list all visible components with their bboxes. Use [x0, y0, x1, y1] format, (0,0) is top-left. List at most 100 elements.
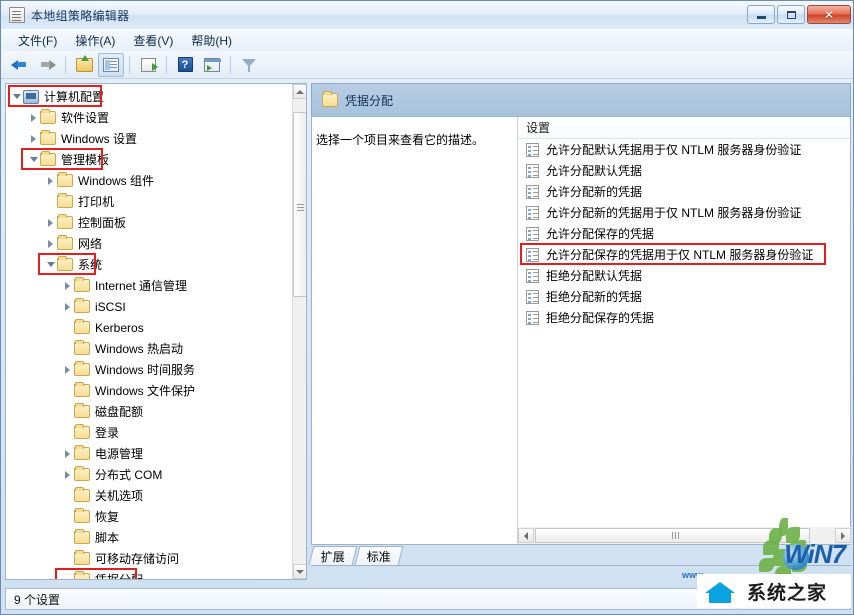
- tree-toggle-expand-icon[interactable]: [27, 128, 40, 149]
- settings-list-pane: 设置 允许分配默认凭据用于仅 NTLM 服务器身份验证 允许分配默认凭据 允许分配新…: [517, 117, 850, 544]
- tree-toggle-expand-icon[interactable]: [61, 296, 74, 317]
- tree-toggle-expand-icon[interactable]: [27, 107, 40, 128]
- tree-item[interactable]: 可移动存储访问: [6, 548, 294, 569]
- tree-toggle-expand-icon[interactable]: [61, 443, 74, 464]
- tree-item[interactable]: 打印机: [6, 191, 294, 212]
- tree-item[interactable]: 登录: [6, 422, 294, 443]
- tree-toggle-expand-icon[interactable]: [61, 464, 74, 485]
- tree-vertical-scrollbar[interactable]: [292, 84, 306, 579]
- tree-scroll-up-button[interactable]: [293, 84, 306, 99]
- tree-item[interactable]: 系统: [6, 254, 294, 275]
- hscroll-thumb[interactable]: [535, 528, 810, 543]
- tree-item[interactable]: Windows 设置: [6, 128, 294, 149]
- tree-item-label: 管理模板: [61, 153, 110, 167]
- toolbar-properties[interactable]: [199, 53, 225, 77]
- setting-row[interactable]: 拒绝分配新的凭据: [518, 286, 850, 307]
- tree-toggle-expand-icon[interactable]: [44, 212, 57, 233]
- view-tabs: 扩展 标准: [308, 545, 851, 566]
- tree-item[interactable]: Windows 组件: [6, 170, 294, 191]
- toolbar-back[interactable]: [7, 53, 33, 77]
- tree-toggle-expand-icon[interactable]: [61, 275, 74, 296]
- setting-row[interactable]: 允许分配保存的凭据: [518, 223, 850, 244]
- setting-row[interactable]: 拒绝分配默认凭据: [518, 265, 850, 286]
- tree-item[interactable]: 磁盘配额: [6, 401, 294, 422]
- maximize-icon: [786, 10, 796, 19]
- tree-item[interactable]: Kerberos: [6, 317, 294, 338]
- close-button[interactable]: ✕: [807, 5, 851, 24]
- tree-item-label: 磁盘配额: [95, 405, 144, 419]
- folder-icon: [74, 382, 90, 397]
- setting-label: 允许分配新的凭据: [546, 185, 643, 199]
- setting-row[interactable]: 允许分配默认凭据: [518, 160, 850, 181]
- folder-icon: [57, 172, 73, 187]
- setting-row[interactable]: 允许分配默认凭据用于仅 NTLM 服务器身份验证: [518, 139, 850, 160]
- toolbar-separator: [166, 55, 167, 74]
- policy-setting-icon: [526, 268, 539, 283]
- menu-bar: 文件(F) 操作(A) 查看(V) 帮助(H): [1, 29, 853, 51]
- tree-item[interactable]: 凭据分配: [6, 569, 294, 579]
- scrollbar-grip-icon: [672, 532, 673, 539]
- tree-item[interactable]: Internet 通信管理: [6, 275, 294, 296]
- tree-item[interactable]: Windows 时间服务: [6, 359, 294, 380]
- toolbar-export-list[interactable]: [135, 53, 161, 77]
- export-list-icon: [140, 57, 158, 72]
- tree-scroll-down-button[interactable]: [293, 564, 306, 579]
- setting-row[interactable]: 拒绝分配保存的凭据: [518, 307, 850, 328]
- tree-item[interactable]: 恢复: [6, 506, 294, 527]
- settings-horizontal-scrollbar[interactable]: [518, 527, 851, 544]
- tree-toggle-expand-icon[interactable]: [44, 170, 57, 191]
- tree-item-label: 恢复: [95, 510, 120, 524]
- tree-scrollbar-thumb[interactable]: [293, 112, 306, 297]
- tree-item[interactable]: 控制面板: [6, 212, 294, 233]
- status-text: 9 个设置: [14, 592, 61, 607]
- toolbar-filter[interactable]: [236, 53, 262, 77]
- menu-action[interactable]: 操作(A): [66, 30, 124, 51]
- tree-item[interactable]: 脚本: [6, 527, 294, 548]
- tree-toggle-collapse-icon[interactable]: [27, 149, 40, 170]
- tree-item[interactable]: 电源管理: [6, 443, 294, 464]
- folder-icon: [74, 424, 90, 439]
- tree-item[interactable]: 管理模板: [6, 149, 294, 170]
- tree-item[interactable]: 关机选项: [6, 485, 294, 506]
- maximize-button[interactable]: [777, 5, 805, 24]
- tree-item[interactable]: 计算机配置: [6, 86, 294, 107]
- tree-item[interactable]: Windows 文件保护: [6, 380, 294, 401]
- setting-row[interactable]: 允许分配新的凭据: [518, 181, 850, 202]
- tree-item[interactable]: Windows 热启动: [6, 338, 294, 359]
- tree-item-label: 软件设置: [61, 111, 110, 125]
- tree-item[interactable]: 网络: [6, 233, 294, 254]
- toolbar-help[interactable]: ?: [172, 53, 198, 77]
- tab-standard[interactable]: 标准: [354, 546, 404, 565]
- hscroll-right-button[interactable]: [835, 528, 851, 543]
- folder-icon: [74, 529, 90, 544]
- tree-toggle-collapse-icon[interactable]: [44, 254, 57, 275]
- setting-row[interactable]: 允许分配新的凭据用于仅 NTLM 服务器身份验证: [518, 202, 850, 223]
- folder-icon: [40, 130, 56, 145]
- tree-toggle-expand-icon[interactable]: [44, 233, 57, 254]
- toolbar-show-hide-tree[interactable]: [98, 52, 124, 77]
- toolbar-up-one-level[interactable]: [71, 53, 97, 77]
- hscroll-left-button[interactable]: [518, 528, 534, 543]
- setting-label: 拒绝分配保存的凭据: [546, 311, 655, 325]
- policy-setting-icon: [526, 205, 539, 220]
- setting-label: 允许分配默认凭据: [546, 164, 643, 178]
- tree-item[interactable]: iSCSI: [6, 296, 294, 317]
- tree-item[interactable]: 分布式 COM: [6, 464, 294, 485]
- setting-label: 拒绝分配新的凭据: [546, 290, 643, 304]
- setting-label: 允许分配保存的凭据用于仅 NTLM 服务器身份验证: [546, 248, 814, 262]
- toolbar-forward[interactable]: [34, 53, 60, 77]
- minimize-button[interactable]: [747, 5, 775, 24]
- menu-file[interactable]: 文件(F): [9, 30, 66, 51]
- tab-extended[interactable]: 扩展: [308, 546, 358, 565]
- tree-item[interactable]: 软件设置: [6, 107, 294, 128]
- menu-help[interactable]: 帮助(H): [182, 30, 241, 51]
- setting-row[interactable]: 允许分配保存的凭据用于仅 NTLM 服务器身份验证: [518, 243, 850, 265]
- right-pane: 凭据分配 选择一个项目来查看它的描述。 设置 允许分配默认凭据用于仅 NTLM …: [308, 83, 851, 580]
- menu-view[interactable]: 查看(V): [124, 30, 182, 51]
- settings-column-header[interactable]: 设置: [518, 117, 850, 139]
- tree-item-label: 系统: [78, 258, 103, 272]
- tree-item-label: Windows 热启动: [95, 342, 184, 356]
- tree-toggle-expand-icon[interactable]: [61, 359, 74, 380]
- tree-item-label: 可移动存储访问: [95, 552, 180, 566]
- tree-toggle-collapse-icon[interactable]: [10, 86, 23, 107]
